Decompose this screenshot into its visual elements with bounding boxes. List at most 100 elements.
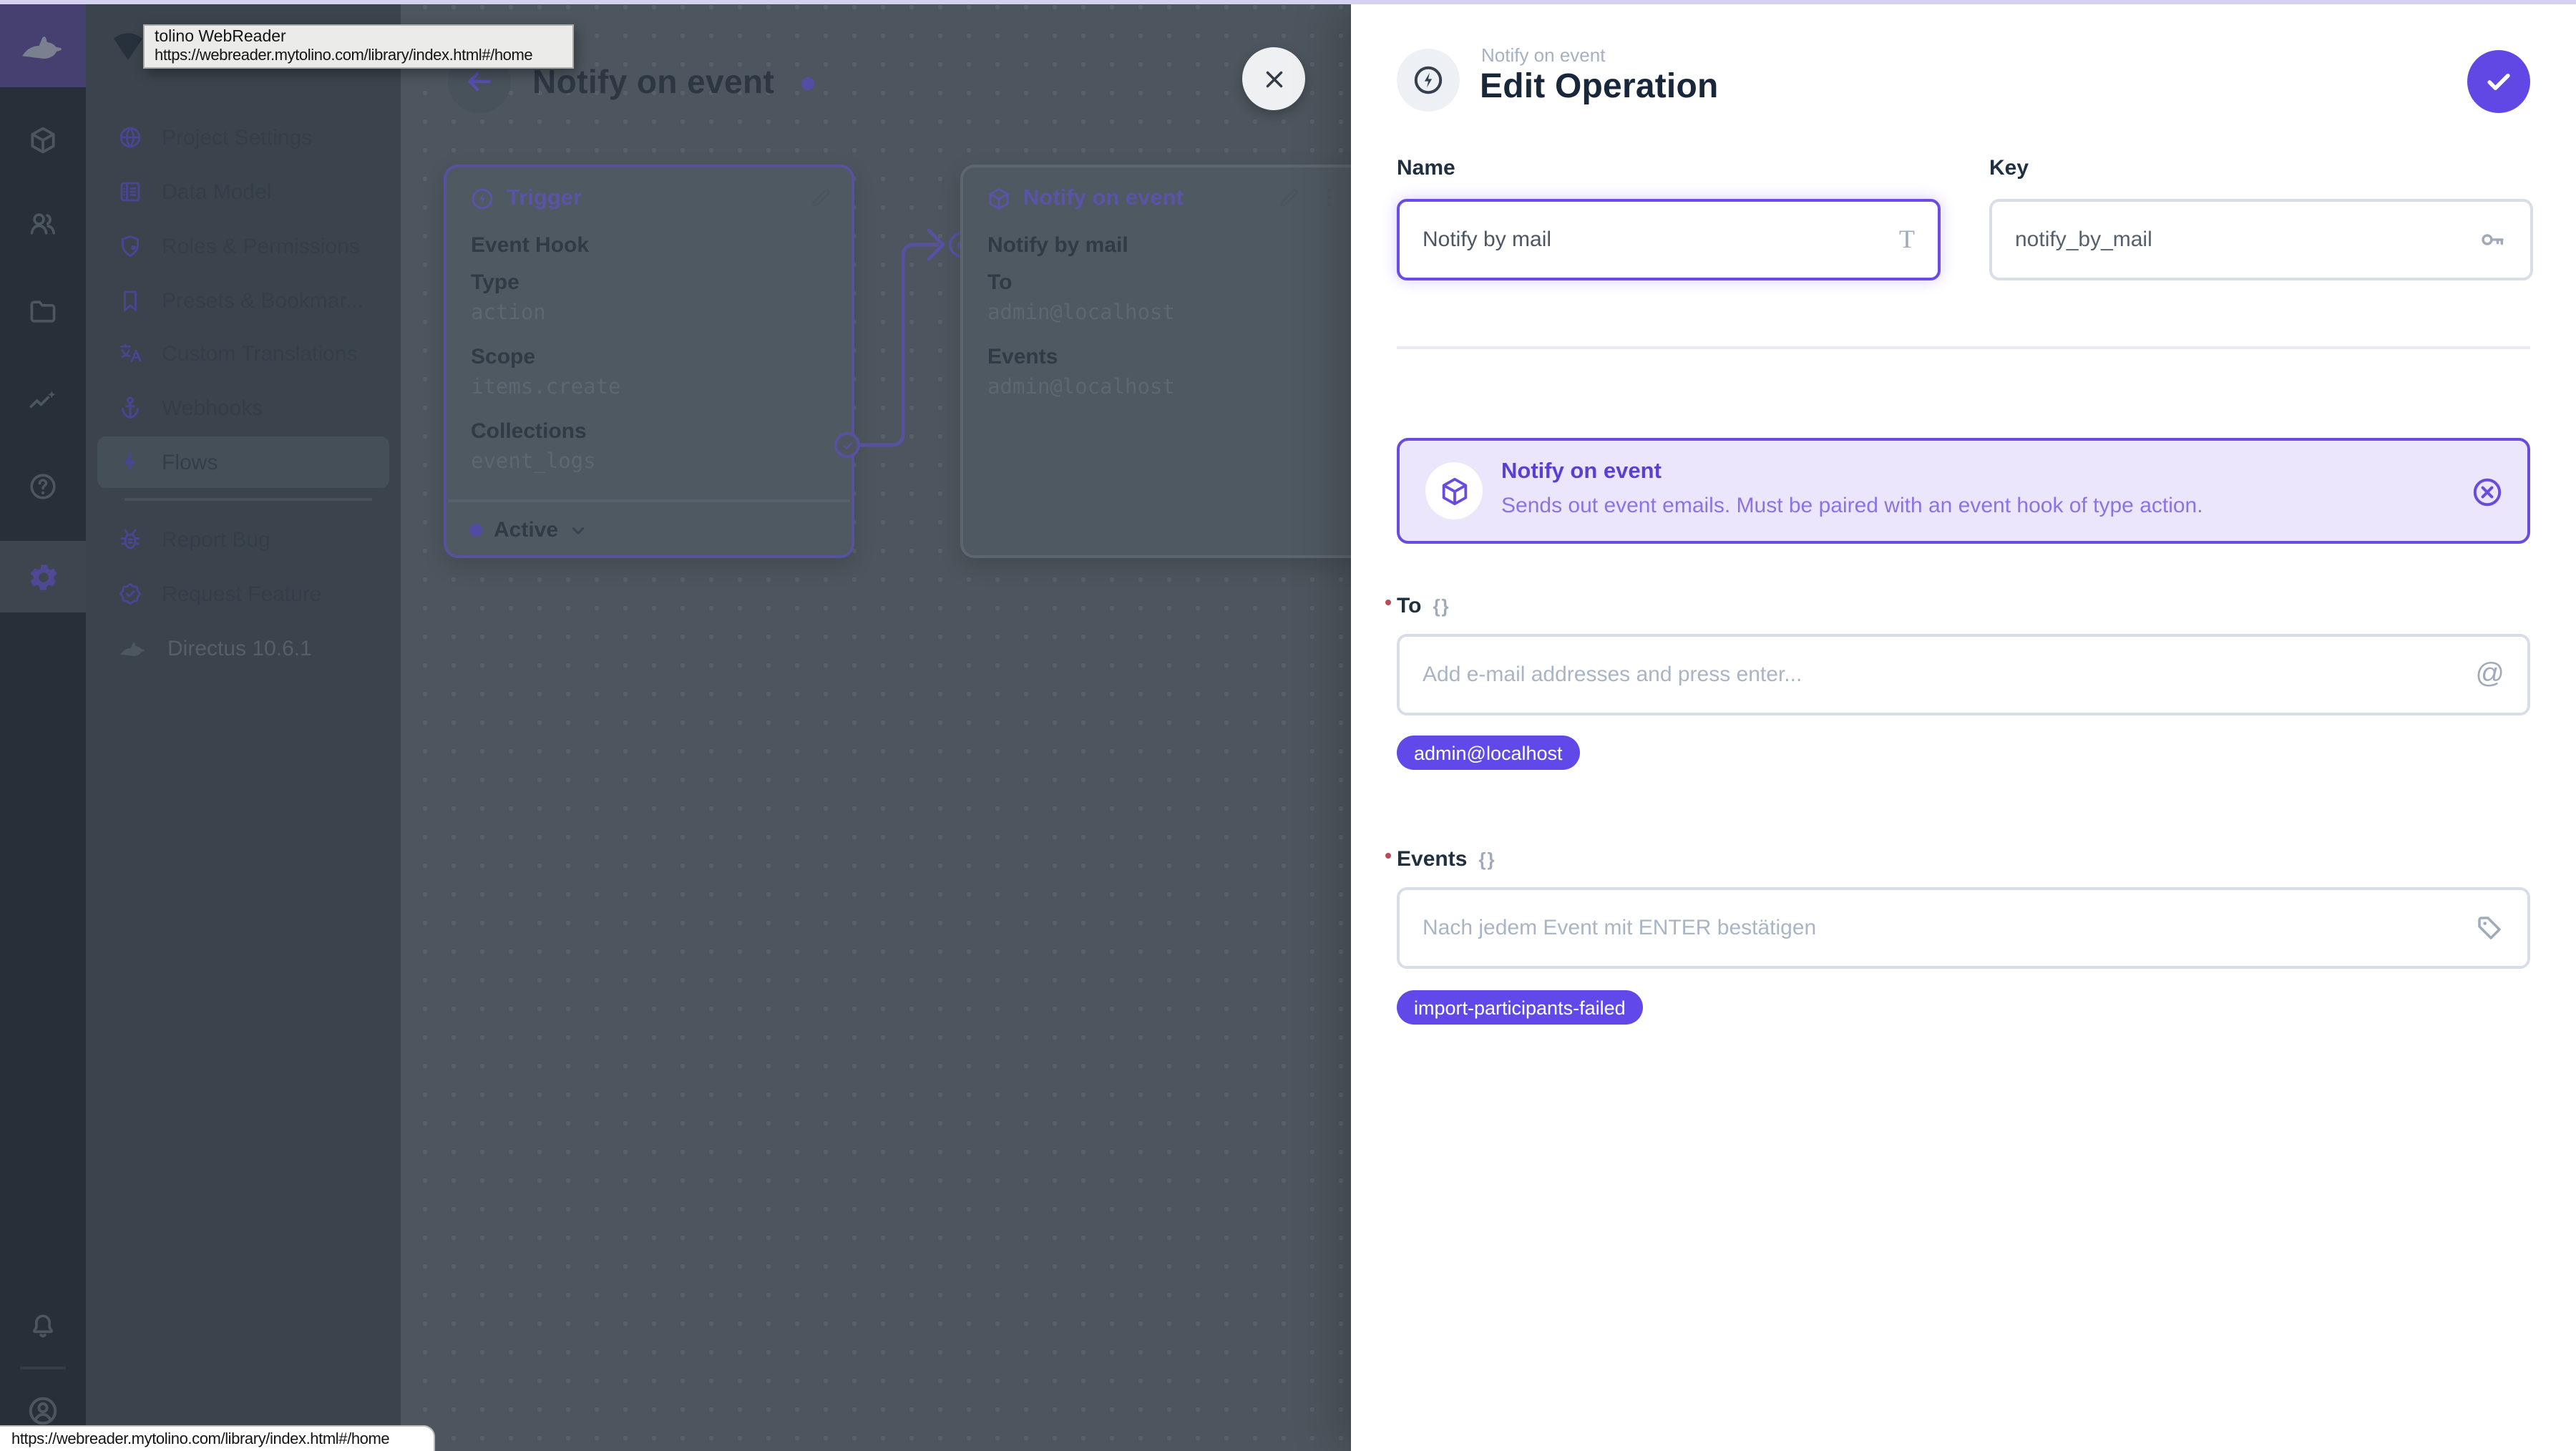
x-circle-icon	[2470, 475, 2504, 509]
sidebar-item-label: Custom Translations	[162, 341, 358, 366]
notice-cube-icon	[1425, 462, 1483, 519]
link-drag-tooltip: tolino WebReader https://webreader.mytol…	[143, 24, 574, 69]
operation-panel-header: Notify on event	[986, 186, 1184, 212]
to-input[interactable]: Add e-mail addresses and press enter... …	[1397, 634, 2530, 715]
to-label-text: To	[1397, 594, 1422, 618]
drawer-header-icon	[1397, 49, 1460, 112]
name-input-value: Notify by mail	[1423, 228, 1552, 252]
sidebar-item-label: Webhooks	[162, 396, 263, 420]
rabbit-logo-icon	[17, 30, 69, 62]
key-field-label: Key	[1989, 156, 2029, 180]
version-info: Directus 10.6.1	[97, 622, 389, 674]
notifications-button[interactable]	[0, 1295, 86, 1358]
sidebar-item-label: Roles & Permissions	[162, 234, 360, 258]
key-input[interactable]: notify_by_mail	[1989, 199, 2533, 280]
edit-operation-button[interactable]	[1277, 186, 1301, 210]
name-field-label: Name	[1397, 156, 1455, 180]
users-icon	[27, 207, 59, 239]
at-sign-icon: @	[2475, 658, 2504, 690]
user-avatar-icon	[26, 1394, 60, 1428]
sidebar-item-label: Data Model	[162, 180, 272, 204]
required-dot	[1385, 600, 1391, 605]
sidebar-item-roles-permissions[interactable]: Roles & Permissions	[97, 220, 389, 272]
operation-type-notice: Notify on event Sends out event emails. …	[1397, 438, 2530, 544]
operation-header-label: Notify on event	[1023, 186, 1184, 210]
check-icon	[839, 437, 855, 453]
sidebar-item-data-model[interactable]: Data Model	[97, 166, 389, 218]
sidebar-item-report-bug[interactable]: Report Bug	[97, 514, 389, 565]
sidebar-item-project-settings[interactable]: Project Settings	[97, 112, 389, 163]
notice-title: Notify on event	[1501, 459, 1662, 484]
operation-field-value: admin@localhost	[987, 302, 1175, 325]
bookmark-icon	[117, 288, 143, 313]
to-input-placeholder: Add e-mail addresses and press enter...	[1423, 663, 1802, 687]
gear-icon	[26, 560, 59, 593]
events-input-placeholder: Nach jedem Event mit ENTER bestätigen	[1423, 916, 1817, 940]
app-root: Project Settings Data Model Roles & Perm…	[0, 0, 2576, 1451]
event-chip[interactable]: import-participants-failed	[1397, 990, 1643, 1025]
window-top-strip	[0, 0, 2576, 4]
drawer-breadcrumb: Notify on event	[1481, 44, 1606, 66]
events-input[interactable]: Nach jedem Event mit ENTER bestätigen	[1397, 887, 2530, 969]
rosette-check-icon	[117, 581, 143, 607]
module-settings-button[interactable]	[0, 541, 86, 612]
edit-operation-drawer: Notify on event Edit Operation Name Key …	[1351, 4, 2576, 1451]
operation-name: Notify by mail	[987, 233, 1128, 258]
required-dot	[1385, 853, 1391, 859]
version-label: Directus 10.6.1	[167, 636, 312, 660]
activity-icon	[27, 385, 59, 416]
raw-value-toggle-icon[interactable]: {}	[1433, 595, 1450, 617]
key-icon	[2477, 225, 2507, 255]
operation-field-value: admin@localhost	[987, 376, 1175, 399]
module-insights-button[interactable]	[0, 369, 86, 432]
sidebar-item-webhooks[interactable]: Webhooks	[97, 382, 389, 434]
translate-icon	[117, 341, 143, 366]
operation-menu-button[interactable]	[1317, 185, 1342, 210]
sidebar-item-label: Report Bug	[162, 527, 270, 552]
events-label-text: Events	[1397, 847, 1468, 871]
anchor-icon	[117, 395, 143, 421]
kebab-menu-icon	[1317, 185, 1342, 210]
rabbit-icon	[117, 638, 149, 658]
drawer-title: Edit Operation	[1480, 67, 1719, 106]
title-format-icon: T	[1899, 225, 1915, 253]
events-field-label: Events {}	[1385, 847, 1496, 871]
notice-description: Sends out event emails. Must be paired w…	[1501, 494, 2203, 518]
save-button[interactable]	[2467, 50, 2530, 113]
module-bar	[0, 4, 86, 1451]
sidebar-item-custom-translations[interactable]: Custom Translations	[97, 328, 389, 379]
sidebar-item-label: Presets & Bookmar...	[162, 288, 364, 313]
zap-circle-icon	[1411, 63, 1445, 97]
dismiss-notice-button[interactable]	[2470, 475, 2504, 509]
sidebar-item-label: Project Settings	[162, 125, 313, 150]
sidebar-item-label: Request Feature	[162, 582, 322, 606]
help-icon	[27, 471, 59, 502]
status-url: https://webreader.mytolino.com/library/i…	[11, 1430, 390, 1447]
directus-logo[interactable]	[0, 4, 86, 87]
sidebar-item-flows[interactable]: Flows	[97, 436, 389, 488]
folder-icon	[27, 296, 59, 328]
sidebar-item-presets-bookmarks[interactable]: Presets & Bookmar...	[97, 275, 389, 326]
module-files-button[interactable]	[0, 280, 86, 343]
raw-value-toggle-icon[interactable]: {}	[1478, 849, 1496, 870]
cube-icon	[986, 186, 1012, 212]
module-content-button[interactable]	[0, 109, 86, 172]
tag-icon	[2474, 913, 2504, 943]
sidebar-item-request-feature[interactable]: Request Feature	[97, 568, 389, 620]
globe-icon	[117, 124, 143, 150]
operation-field-label: To	[987, 270, 1013, 295]
bug-icon	[117, 527, 143, 552]
email-chip[interactable]: admin@localhost	[1397, 736, 1580, 770]
operation-panel[interactable]: Notify on event Notify by mail To admin@…	[960, 165, 1351, 558]
name-input[interactable]: Notify by mail T	[1397, 199, 1941, 280]
bell-icon	[27, 1311, 59, 1342]
trigger-resolve-handle[interactable]	[834, 432, 860, 458]
cube-icon	[27, 124, 59, 156]
operation-field-label: Events	[987, 345, 1058, 369]
drag-favicon	[110, 29, 146, 63]
module-users-button[interactable]	[0, 192, 86, 255]
module-docs-button[interactable]	[0, 455, 86, 518]
sidebar-item-label: Flows	[162, 450, 218, 474]
browser-status-bar: https://webreader.mytolino.com/library/i…	[0, 1425, 435, 1451]
shield-icon	[117, 233, 143, 259]
